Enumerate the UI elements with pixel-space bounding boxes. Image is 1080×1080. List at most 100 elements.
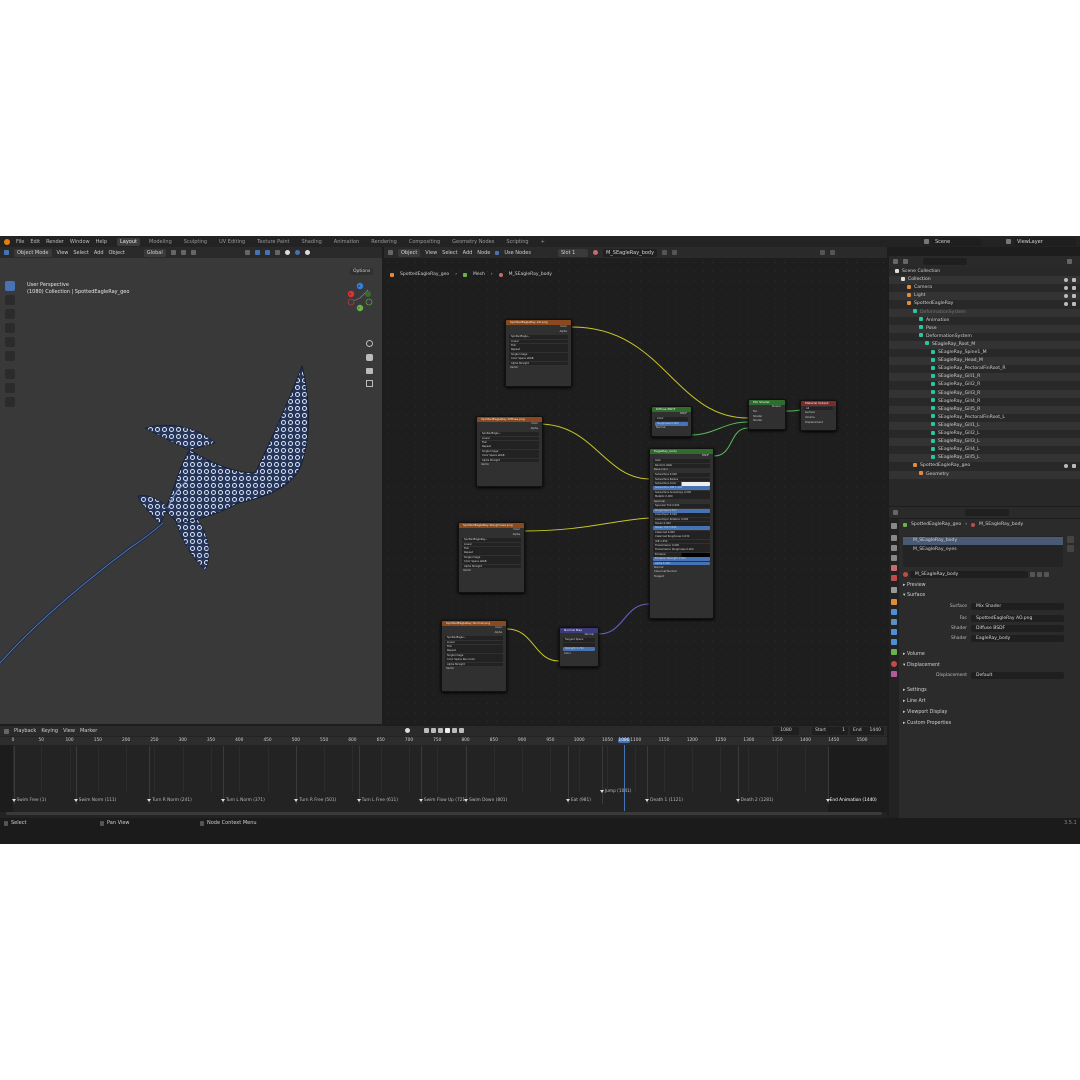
menu-help[interactable]: Help: [96, 239, 107, 245]
fake-user-material-icon[interactable]: [1037, 572, 1042, 577]
outliner-item[interactable]: Scene Collection: [889, 268, 1080, 276]
input-color[interactable]: Color: [655, 417, 688, 422]
timeline-scrollbar[interactable]: [6, 812, 882, 815]
marker-icon[interactable]: [73, 799, 78, 802]
bsdf-input-row[interactable]: Subsurface 0.000: [653, 473, 710, 477]
menu-render[interactable]: Render: [46, 239, 64, 245]
end-frame-field[interactable]: End 1440: [850, 727, 884, 735]
marker-icon[interactable]: [147, 799, 152, 802]
menu-window[interactable]: Window: [70, 239, 90, 245]
viewlayer-selector[interactable]: ViewLayer: [1006, 237, 1076, 246]
input-roughness[interactable]: Roughness 0.000: [655, 421, 688, 426]
render-tab-icon[interactable]: [891, 535, 897, 541]
outliner-item[interactable]: SEagleRay_Gill2_R: [889, 381, 1080, 389]
world-tab-icon[interactable]: [891, 575, 897, 581]
marker-label[interactable]: Turn L Free (611): [362, 798, 398, 803]
tab-modeling[interactable]: Modeling: [146, 238, 175, 246]
color-space-dropdown[interactable]: Color Space sRGB: [509, 357, 568, 361]
section-settings[interactable]: ▸ Settings: [903, 686, 927, 695]
tab-animation[interactable]: Animation: [331, 238, 363, 246]
marker-icon[interactable]: [735, 799, 740, 802]
tab-layout[interactable]: Layout: [117, 237, 140, 246]
bsdf-input-row[interactable]: Sheen Tint 0.500: [653, 526, 710, 531]
marker-icon[interactable]: [356, 799, 361, 802]
bsdf-input-row[interactable]: Emission Strength 1.000: [653, 557, 710, 561]
data-tab-icon[interactable]: [891, 649, 897, 655]
color-space-dropdown[interactable]: Color Space sRGB: [462, 560, 521, 564]
marker-icon[interactable]: [464, 799, 469, 802]
surface-shader-field[interactable]: Mix Shader: [971, 603, 1064, 610]
outliner-item[interactable]: SEagleRay_Gill3_R: [889, 389, 1080, 398]
interpolation-dropdown[interactable]: Linear: [480, 436, 539, 441]
image-texture-node-diffuse[interactable]: SpottedEagleRay Diffuse.png Color Alpha …: [476, 416, 543, 487]
projection-dropdown[interactable]: Flat: [462, 546, 521, 551]
menu-file[interactable]: File: [16, 239, 24, 245]
collection-tab-icon[interactable]: [891, 587, 897, 593]
outliner-item[interactable]: SEagleRay_Gill5_R: [889, 405, 1080, 414]
shading-solid-icon[interactable]: [284, 250, 290, 255]
marker-label[interactable]: Swim Norm (111): [79, 798, 117, 803]
bsdf-input-row[interactable]: Emission: [653, 552, 710, 557]
next-keyframe-icon[interactable]: [452, 728, 457, 733]
properties-search-input[interactable]: [965, 509, 1009, 516]
outliner-item[interactable]: SEagleRay_Root_M: [889, 340, 1080, 349]
play-reverse-icon[interactable]: [438, 728, 443, 733]
node-editor-type-icon[interactable]: [388, 250, 393, 255]
principled-bsdf-node[interactable]: EagleRay_body BSDF GGX Random Walk Base …: [649, 448, 714, 619]
render-visibility-icon[interactable]: [1072, 463, 1076, 468]
distribution-dropdown[interactable]: GGX: [653, 459, 710, 464]
xray-toggle-icon[interactable]: [274, 250, 280, 255]
marker-label[interactable]: Death 2 (1281): [741, 798, 774, 803]
outliner-item[interactable]: SEagleRay_PectoralFinRoot_L: [889, 414, 1080, 422]
space-dropdown[interactable]: Tangent Space: [563, 638, 595, 643]
marker-icon[interactable]: [418, 799, 423, 802]
material-name-input[interactable]: M_SEagleRay_body: [910, 571, 1028, 578]
node-overlay-icon[interactable]: [830, 250, 836, 255]
jump-end-icon[interactable]: [459, 728, 464, 733]
outliner-item[interactable]: SpottedEagleRay: [889, 300, 1080, 308]
slot-dropdown[interactable]: Slot 1: [557, 248, 588, 257]
viewport-menu-select[interactable]: Select: [73, 250, 88, 256]
image-file-field[interactable]: SpottedEagle...: [509, 335, 568, 339]
shader1-input-field[interactable]: Diffuse BSDF: [971, 625, 1064, 632]
bsdf-input-row[interactable]: Specular Tint 0.000: [653, 504, 710, 509]
node-menu-select[interactable]: Select: [442, 250, 457, 256]
marker-label[interactable]: End Animation (1440): [830, 798, 877, 803]
section-volume[interactable]: ▸ Volume: [903, 650, 925, 659]
bsdf-input-row[interactable]: Alpha 1.000: [653, 561, 710, 566]
source-dropdown[interactable]: Single Image: [462, 555, 521, 560]
section-surface[interactable]: ▾ Surface: [903, 591, 925, 600]
outliner-item[interactable]: SEagleRay_Gill1_L: [889, 421, 1080, 430]
bsdf-input-row[interactable]: Metallic 0.000: [653, 495, 710, 499]
render-visibility-icon[interactable]: [1072, 293, 1076, 298]
marker-label[interactable]: Swim Flow Up (721): [424, 798, 467, 803]
extension-dropdown[interactable]: Repeat: [509, 348, 568, 353]
add-slot-icon[interactable]: [1067, 536, 1074, 543]
outliner-item[interactable]: Pose: [889, 324, 1080, 333]
outliner-item[interactable]: SEagleRay_Gill2_L: [889, 430, 1080, 438]
proportional-edit-icon[interactable]: [190, 250, 196, 255]
gizmo-toggle-icon[interactable]: [254, 250, 260, 255]
snap-icon[interactable]: [180, 250, 186, 255]
display-mode-icon[interactable]: [903, 259, 908, 264]
image-texture-node-ao[interactable]: SpottedEagleRay AO.png Color Alpha Spott…: [505, 319, 572, 387]
subsurface-method-dropdown[interactable]: Random Walk: [653, 463, 710, 468]
alpha-dropdown[interactable]: Alpha Straight: [480, 458, 539, 463]
visibility-eye-icon[interactable]: [1064, 301, 1068, 306]
section-custom-properties[interactable]: ▸ Custom Properties: [903, 719, 951, 728]
marker-icon[interactable]: [565, 799, 570, 802]
add-workspace-button[interactable]: +: [538, 238, 548, 246]
marker-label[interactable]: Turn R Norm (241): [152, 798, 191, 803]
image-file-field[interactable]: SpottedEagleRay...: [462, 538, 521, 542]
marker-icon[interactable]: [599, 790, 604, 793]
bsdf-input-row[interactable]: Roughness 0.517: [653, 508, 710, 513]
bsdf-input-row[interactable]: Anisotropic Rotation 0.000: [653, 517, 710, 522]
tab-scripting[interactable]: Scripting: [503, 238, 531, 246]
tool-tab-icon[interactable]: [891, 523, 897, 529]
bsdf-input-row[interactable]: Subsurface Radius: [653, 477, 710, 482]
fac-input-field[interactable]: SpottedEagleRay AO.png: [971, 615, 1064, 622]
timeline-menu-view[interactable]: View: [63, 728, 75, 734]
tab-uv-editing[interactable]: UV Editing: [216, 238, 248, 246]
outliner-item[interactable]: Collection: [889, 276, 1080, 285]
projection-dropdown[interactable]: Flat: [480, 440, 539, 445]
